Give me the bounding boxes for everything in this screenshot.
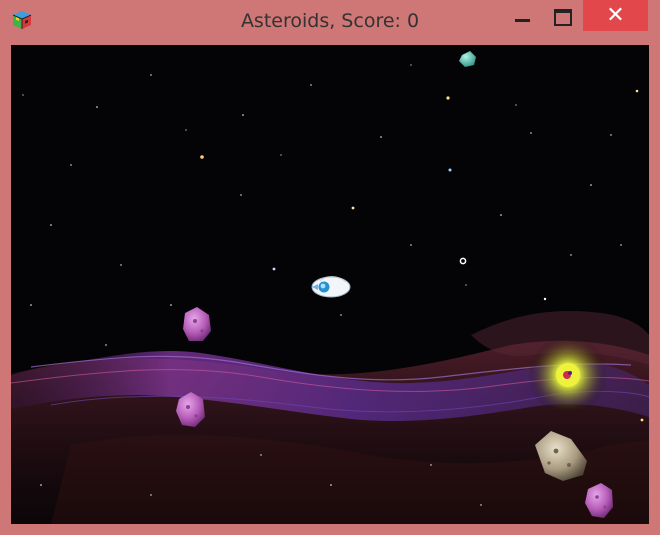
close-icon: ✕ — [606, 3, 625, 28]
asteroid — [183, 307, 211, 341]
game-scene — [11, 51, 649, 524]
player-ship — [311, 276, 351, 298]
minimize-button[interactable] — [505, 0, 539, 32]
minimize-icon — [515, 19, 530, 22]
game-window: Asteroids, Score: 0 ✕ — [0, 0, 660, 535]
title-bar[interactable]: Asteroids, Score: 0 ✕ — [0, 0, 660, 40]
maximize-button[interactable] — [545, 0, 579, 32]
game-canvas[interactable] — [11, 45, 649, 524]
close-button[interactable]: ✕ — [583, 0, 648, 31]
maximize-icon — [554, 9, 572, 26]
asteroid — [459, 51, 476, 67]
aim-reticle — [459, 257, 467, 265]
powerup-glow — [528, 335, 608, 415]
